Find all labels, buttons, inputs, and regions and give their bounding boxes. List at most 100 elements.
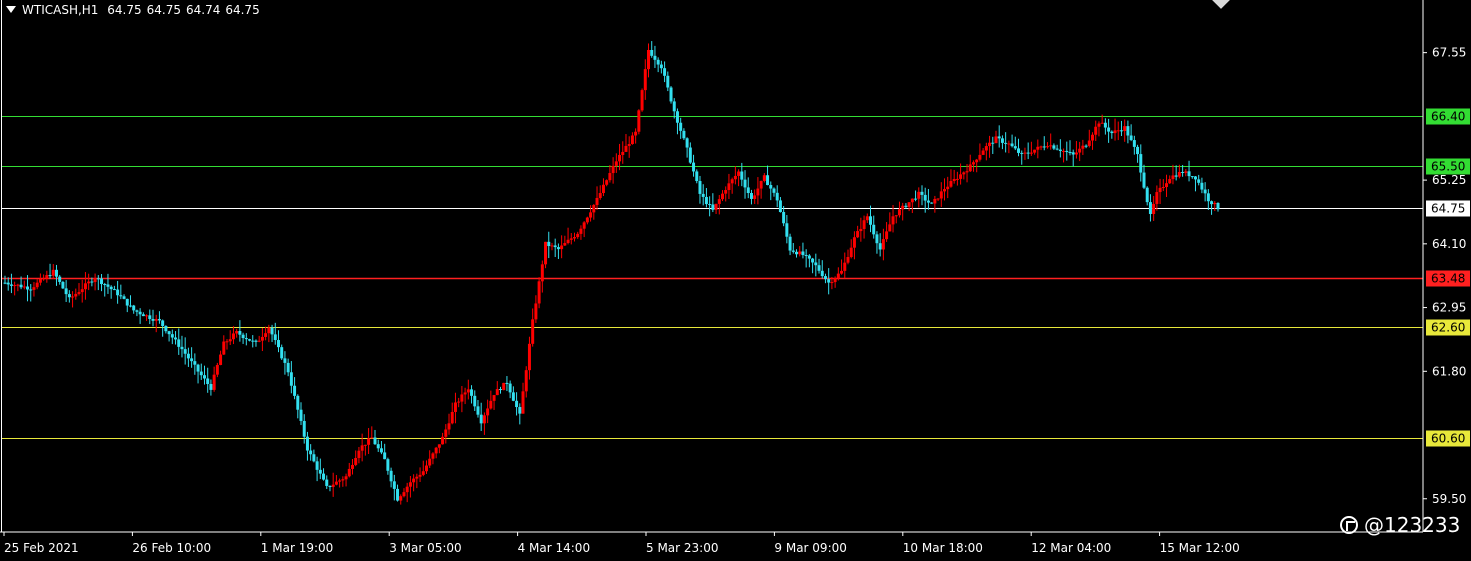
level-price-label: 62.60	[1431, 321, 1465, 335]
chart-header: WTICASH,H1 64.75 64.75 64.74 64.75	[6, 3, 265, 17]
bear-candle	[791, 250, 795, 252]
bear-candle	[878, 243, 882, 250]
bear-candle	[273, 334, 277, 341]
bull-candle	[521, 391, 525, 414]
bull-candle	[885, 231, 889, 240]
bull-candle	[939, 191, 943, 199]
bear-candle	[19, 284, 23, 288]
bull-candle	[852, 237, 856, 248]
bear-candle	[1190, 176, 1194, 178]
bull-candle	[1100, 122, 1104, 124]
low-value: 64.74	[185, 3, 221, 17]
bear-candle	[289, 372, 293, 386]
bear-candle	[914, 198, 918, 200]
dropdown-triangle-icon[interactable]	[6, 6, 16, 13]
bull-candle	[1171, 175, 1175, 180]
bull-candle	[730, 179, 734, 184]
bull-candle	[891, 216, 895, 225]
level-price-label: 63.48	[1431, 272, 1465, 286]
bear-candle	[309, 450, 313, 455]
bear-candle	[376, 444, 380, 449]
bull-candle	[228, 339, 232, 342]
bear-candle	[386, 459, 390, 471]
bear-candle	[1193, 176, 1197, 180]
bear-candle	[997, 136, 1001, 139]
price-tick-label: 61.80	[1432, 364, 1466, 378]
open-value: 64.75	[107, 3, 142, 17]
bull-candle	[759, 180, 763, 189]
bear-candle	[470, 389, 474, 396]
bear-candle	[547, 241, 551, 247]
watermark-text: @123233	[1364, 513, 1461, 537]
bull-candle	[1091, 134, 1095, 141]
bull-candle	[894, 215, 898, 217]
bear-candle	[782, 212, 786, 224]
bull-candle	[367, 438, 371, 445]
bear-candle	[48, 275, 52, 277]
bear-candle	[775, 192, 779, 201]
bear-candle	[746, 187, 750, 194]
bull-candle	[235, 331, 239, 334]
bull-candle	[1094, 126, 1098, 135]
bear-candle	[1052, 145, 1056, 149]
symbol-label: WTICASH,H1	[22, 3, 99, 17]
bear-candle	[389, 470, 393, 482]
price-tick-label: 64.10	[1432, 237, 1466, 251]
bull-candle	[357, 450, 361, 459]
bear-candle	[1119, 130, 1123, 132]
bear-candle	[682, 130, 686, 139]
bear-candle	[1136, 146, 1140, 155]
bear-candle	[164, 325, 168, 332]
bear-candle	[1142, 172, 1146, 188]
bull-candle	[1123, 126, 1127, 131]
level-price-label: 64.75	[1431, 202, 1465, 216]
bull-candle	[444, 429, 448, 437]
bull-candle	[569, 238, 573, 240]
bear-candle	[1042, 146, 1046, 148]
bull-candle	[634, 131, 638, 136]
bull-candle	[77, 292, 81, 294]
bear-candle	[930, 202, 934, 204]
time-tick-label: 5 Mar 23:00	[646, 541, 719, 555]
bear-candle	[804, 255, 808, 257]
bull-candle	[897, 209, 901, 216]
bull-candle	[42, 278, 46, 280]
bear-candle	[1203, 189, 1207, 194]
bull-candle	[1155, 192, 1159, 204]
bull-candle	[836, 273, 840, 279]
bull-candle	[1177, 171, 1181, 177]
bull-candle	[212, 374, 216, 390]
bear-candle	[556, 247, 560, 250]
bear-candle	[872, 224, 876, 235]
price-tick-label: 62.95	[1432, 301, 1466, 315]
bear-candle	[190, 358, 194, 362]
bear-candle	[1013, 146, 1017, 149]
bull-candle	[495, 389, 499, 396]
bear-candle	[1010, 143, 1014, 147]
bear-candle	[653, 55, 657, 60]
bull-candle	[840, 270, 844, 274]
bull-candle	[1033, 149, 1037, 153]
bull-candle	[856, 231, 860, 238]
bear-candle	[1000, 138, 1004, 143]
bear-candle	[396, 488, 400, 501]
bear-candle	[772, 188, 776, 193]
bear-candle	[743, 179, 747, 188]
bear-candle	[293, 385, 297, 396]
bear-candle	[788, 236, 792, 251]
bull-candle	[1184, 171, 1188, 173]
bear-candle	[508, 383, 512, 393]
bull-candle	[943, 189, 947, 192]
bull-candle	[1168, 179, 1172, 184]
bull-candle	[1029, 152, 1033, 154]
bear-candle	[141, 314, 145, 317]
bull-candle	[402, 492, 406, 497]
bull-candle	[762, 175, 766, 181]
bear-candle	[778, 200, 782, 213]
bear-candle	[199, 371, 203, 376]
bear-candle	[1132, 140, 1136, 147]
bull-candle	[354, 458, 358, 465]
bull-candle	[595, 197, 599, 205]
bear-candle	[711, 204, 715, 210]
bull-candle	[643, 69, 647, 91]
